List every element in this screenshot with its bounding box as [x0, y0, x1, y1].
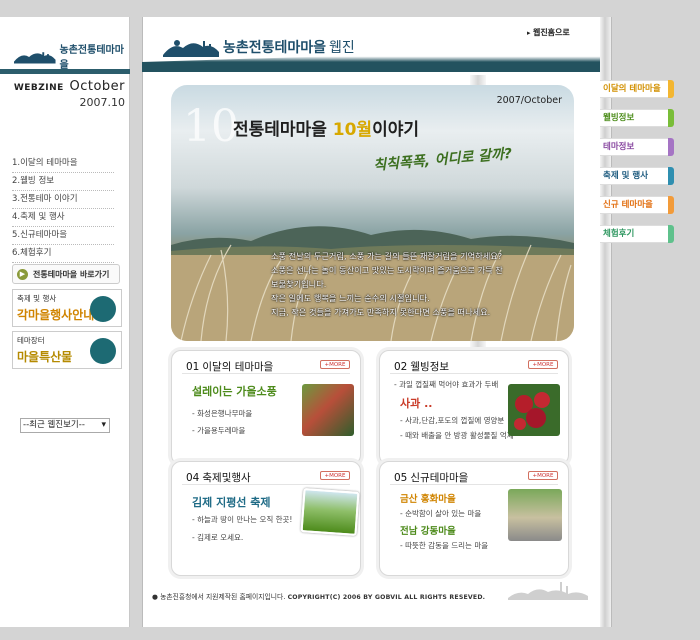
- card-item[interactable]: 때와 배출을 안 방광 활성물질 억제: [400, 430, 514, 441]
- copyright: COPYRIGHT(C) 2006 BY GOBVIL ALL RIGHTS R…: [287, 594, 486, 601]
- header-logo-text: 농촌전통테마마을: [223, 40, 327, 56]
- card-headline[interactable]: 사과 ..: [400, 395, 432, 411]
- festival-banner[interactable]: 축제 및 행사 각마을행사안내: [12, 289, 122, 327]
- past-webzine-select[interactable]: --최근 웹진보기--: [20, 418, 110, 433]
- village-house-photo[interactable]: [508, 489, 562, 541]
- card-headline-2[interactable]: 전남 강동마을: [400, 523, 456, 537]
- menu-item-wellbeing[interactable]: 2.웰빙 정보: [12, 173, 114, 191]
- tab-theme-village[interactable]: 이달의 테마마을: [600, 80, 674, 98]
- card-subtitle: 과일 껍질째 먹어야 효과가 두배: [394, 379, 498, 390]
- header-logo-suffix: 웹진: [329, 40, 355, 56]
- card-divider: [182, 484, 350, 485]
- sidebar-divider: [0, 69, 130, 74]
- menu-item-new-village[interactable]: 5.신규테마마을: [12, 227, 114, 245]
- card-title: 02 웰빙정보: [394, 361, 450, 373]
- sidebar-logo-text: 농촌전통테마마을: [59, 45, 124, 71]
- card-divider: [182, 373, 350, 374]
- hero-banner[interactable]: 10 전통테마마을 10월이야기 2007/October 칙칙폭폭, 어디로 …: [171, 85, 574, 341]
- card-new-village: 05신규테마마을 +MORE 금산 홍화마을 순박함이 살아 있는 마을 전남 …: [379, 461, 569, 576]
- card-line: 김제로 오세요.: [192, 532, 243, 543]
- apple-photo[interactable]: [508, 384, 560, 436]
- village-shortcut-button[interactable]: ▶ 전통테마마을 바로가기: [12, 264, 120, 284]
- gift-box-icon: [90, 338, 116, 364]
- more-button[interactable]: +MORE: [528, 360, 558, 369]
- footer-text: 농촌진흥청에서 지원제작된 홈페이지입니다.: [160, 593, 286, 601]
- header-bar: [142, 62, 600, 72]
- card-divider: [390, 484, 558, 485]
- tab-theme-info[interactable]: 테마정보: [600, 138, 674, 156]
- more-button[interactable]: +MORE: [320, 360, 350, 369]
- menu-item-traditional-story[interactable]: 3.전통테마 이야기: [12, 191, 114, 209]
- card-headline[interactable]: 금산 홍화마을: [400, 491, 456, 505]
- card-title: 04 축제및행사: [186, 472, 251, 484]
- card-item[interactable]: 따뜻한 감동을 드리는 마을: [400, 540, 488, 551]
- card-headline[interactable]: 설레이는 가을소풍: [192, 383, 277, 399]
- hero-description: 소풍 전날의 두근거림, 소풍 가는 길의 들뜬 재잘거림을 기억하세요? 소풍…: [271, 251, 503, 317]
- card-title: 01 이달의 테마마을: [186, 361, 274, 373]
- card-wellbeing: 02웰빙정보 +MORE 과일 껍질째 먹어야 효과가 두배 사과 .. 사과,…: [379, 350, 569, 465]
- village-photo[interactable]: [302, 384, 354, 436]
- card-item[interactable]: 사과,단감,포도의 껍질에 영양분: [400, 415, 504, 426]
- sidebar-menu: 1.이달의 테마마을 2.웰빙 정보 3.전통테마 이야기 4.축제 및 행사 …: [12, 155, 114, 263]
- card-headline[interactable]: 김제 지평선 축제: [192, 494, 271, 510]
- card-line: 하늘과 땅이 만나는 오직 한곳!: [192, 514, 292, 525]
- issue-number: 10: [183, 101, 239, 152]
- issue-month: October: [69, 79, 125, 94]
- issue-date: 2007.10: [79, 96, 126, 109]
- hero-date: 2007/October: [496, 95, 562, 106]
- village-logo-icon: [163, 40, 219, 57]
- tab-wellbeing[interactable]: 웰빙정보: [600, 109, 674, 127]
- hero-slogan: 칙칙폭폭, 어디로 갈까?: [372, 145, 513, 175]
- card-theme-village: 01이달의 테마마을 +MORE 설레이는 가을소풍 화성은행나무마을 가을용두…: [171, 350, 361, 465]
- card-title: 05 신규테마마을: [394, 472, 469, 484]
- card-item[interactable]: 순박함이 살아 있는 마을: [400, 508, 481, 519]
- header-logo[interactable]: 농촌전통테마마을 웹진: [163, 37, 355, 57]
- footer: ● 농촌진흥청에서 지원제작된 홈페이지입니다. COPYRIGHT(C) 20…: [152, 593, 486, 601]
- tab-new-village[interactable]: 신규 테마마을: [600, 196, 674, 214]
- menu-item-review[interactable]: 6.체험후기: [12, 245, 114, 263]
- card-divider: [390, 373, 558, 374]
- left-sidebar: 농촌전통테마마을 WEBZINE October 2007.10 1.이달의 테…: [0, 17, 130, 627]
- hero-title: 전통테마마을 10월이야기: [233, 120, 419, 140]
- menu-item-theme-village[interactable]: 1.이달의 테마마을: [12, 155, 114, 173]
- card-festival: 04축제및행사 +MORE 김제 지평선 축제 하늘과 땅이 만나는 오직 한곳…: [171, 461, 361, 576]
- tab-review[interactable]: 체험후기: [600, 225, 674, 243]
- shortcut-label: 전통테마마을 바로가기: [33, 269, 110, 279]
- more-button[interactable]: +MORE: [528, 471, 558, 480]
- festival-photo[interactable]: [300, 488, 360, 536]
- more-button[interactable]: +MORE: [320, 471, 350, 480]
- village-silhouette-icon: [508, 582, 588, 600]
- card-item[interactable]: 화성은행나무마을: [192, 408, 252, 419]
- webzine-label: WEBZINE: [13, 83, 64, 93]
- sidebar-logo[interactable]: 농촌전통테마마을: [14, 41, 129, 71]
- webzine-home-link[interactable]: 웹진홈으로: [527, 27, 570, 38]
- village-logo-icon: [14, 52, 56, 64]
- tab-festival[interactable]: 축제 및 행사: [600, 167, 674, 185]
- market-banner[interactable]: 테마장터 마을특산물: [12, 331, 122, 369]
- issue-info: WEBZINE October 2007.10: [14, 79, 125, 109]
- glasses-face-icon: [90, 296, 116, 322]
- play-arrow-icon: ▶: [17, 268, 28, 280]
- card-item[interactable]: 가을용두레마을: [192, 425, 245, 436]
- menu-item-festival[interactable]: 4.축제 및 행사: [12, 209, 114, 227]
